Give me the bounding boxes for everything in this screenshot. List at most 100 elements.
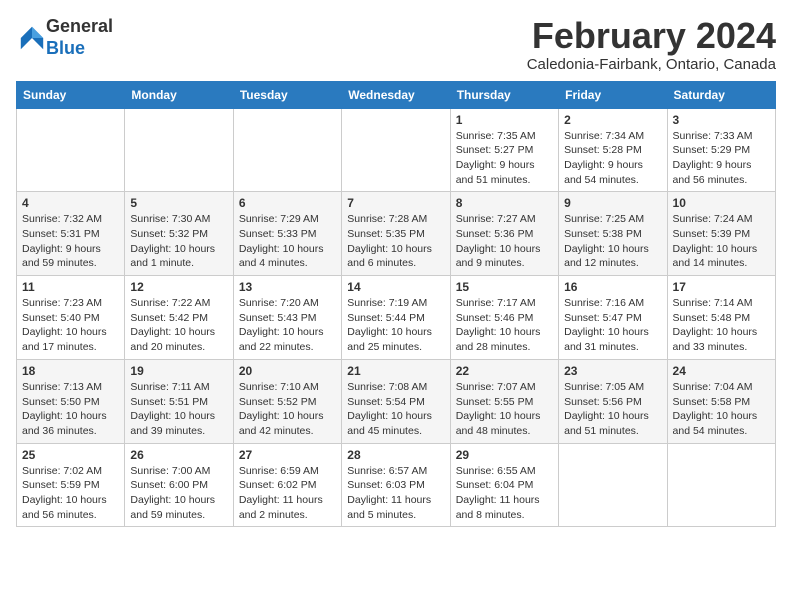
day-info: Sunrise: 7:04 AM Sunset: 5:58 PM Dayligh…	[673, 380, 770, 439]
day-info: Sunrise: 7:25 AM Sunset: 5:38 PM Dayligh…	[564, 212, 661, 271]
day-number: 1	[456, 113, 553, 127]
calendar-cell: 26 Sunrise: 7:00 AM Sunset: 6:00 PM Dayli…	[125, 443, 233, 527]
day-info: Sunrise: 7:20 AM Sunset: 5:43 PM Dayligh…	[239, 296, 336, 355]
day-number: 29	[456, 448, 553, 462]
week-row-1: 1Sunrise: 7:35 AM Sunset: 5:27 PM Daylig…	[17, 108, 776, 192]
calendar-cell: 2 Sunrise: 7:34 AM Sunset: 5:28 PM Daylig…	[559, 108, 667, 192]
calendar-cell: 23 Sunrise: 7:05 AM Sunset: 5:56 PM Dayli…	[559, 359, 667, 443]
header-day-saturday: Saturday	[667, 81, 775, 108]
calendar-cell: 1Sunrise: 7:35 AM Sunset: 5:27 PM Daylig…	[450, 108, 558, 192]
day-info: Sunrise: 7:27 AM Sunset: 5:36 PM Dayligh…	[456, 212, 553, 271]
day-info: Sunrise: 7:08 AM Sunset: 5:54 PM Dayligh…	[347, 380, 444, 439]
day-info: Sunrise: 6:57 AM Sunset: 6:03 PM Dayligh…	[347, 464, 444, 523]
calendar-cell: 27 Sunrise: 6:59 AM Sunset: 6:02 PM Dayli…	[233, 443, 341, 527]
day-number: 27	[239, 448, 336, 462]
day-info: Sunrise: 7:07 AM Sunset: 5:55 PM Dayligh…	[456, 380, 553, 439]
day-number: 21	[347, 364, 444, 378]
day-info: Sunrise: 7:14 AM Sunset: 5:48 PM Dayligh…	[673, 296, 770, 355]
calendar-cell	[125, 108, 233, 192]
calendar-cell: 9Sunrise: 7:25 AM Sunset: 5:38 PM Daylig…	[559, 192, 667, 276]
location: Caledonia-Fairbank, Ontario, Canada	[527, 56, 776, 73]
calendar-cell: 5 Sunrise: 7:30 AM Sunset: 5:32 PM Daylig…	[125, 192, 233, 276]
calendar-cell: 15Sunrise: 7:17 AM Sunset: 5:46 PM Dayli…	[450, 276, 558, 360]
calendar-cell: 13 Sunrise: 7:20 AM Sunset: 5:43 PM Dayli…	[233, 276, 341, 360]
calendar-cell: 28Sunrise: 6:57 AM Sunset: 6:03 PM Dayli…	[342, 443, 450, 527]
calendar-cell	[342, 108, 450, 192]
calendar-cell: 11 Sunrise: 7:23 AM Sunset: 5:40 PM Dayli…	[17, 276, 125, 360]
day-info: Sunrise: 7:28 AM Sunset: 5:35 PM Dayligh…	[347, 212, 444, 271]
logo: General Blue	[16, 16, 113, 59]
day-info: Sunrise: 7:02 AM Sunset: 5:59 PM Dayligh…	[22, 464, 119, 523]
month-title: February 2024	[527, 16, 776, 56]
calendar-cell: 20 Sunrise: 7:10 AM Sunset: 5:52 PM Dayli…	[233, 359, 341, 443]
calendar-cell: 4 Sunrise: 7:32 AM Sunset: 5:31 PM Daylig…	[17, 192, 125, 276]
day-info: Sunrise: 6:59 AM Sunset: 6:02 PM Dayligh…	[239, 464, 336, 523]
calendar-cell: 6 Sunrise: 7:29 AM Sunset: 5:33 PM Daylig…	[233, 192, 341, 276]
calendar-cell	[17, 108, 125, 192]
day-info: Sunrise: 7:05 AM Sunset: 5:56 PM Dayligh…	[564, 380, 661, 439]
day-info: Sunrise: 7:16 AM Sunset: 5:47 PM Dayligh…	[564, 296, 661, 355]
day-number: 15	[456, 280, 553, 294]
day-info: Sunrise: 7:19 AM Sunset: 5:44 PM Dayligh…	[347, 296, 444, 355]
day-number: 13	[239, 280, 336, 294]
day-number: 24	[673, 364, 770, 378]
header-day-friday: Friday	[559, 81, 667, 108]
day-info: Sunrise: 7:34 AM Sunset: 5:28 PM Dayligh…	[564, 129, 661, 188]
day-number: 19	[130, 364, 227, 378]
calendar-cell	[667, 443, 775, 527]
calendar-cell: 14 Sunrise: 7:19 AM Sunset: 5:44 PM Dayli…	[342, 276, 450, 360]
logo-general: General	[46, 16, 113, 36]
logo-icon	[18, 24, 46, 52]
logo-text: General Blue	[46, 16, 113, 59]
calendar-cell: 3Sunrise: 7:33 AM Sunset: 5:29 PM Daylig…	[667, 108, 775, 192]
day-info: Sunrise: 7:23 AM Sunset: 5:40 PM Dayligh…	[22, 296, 119, 355]
day-number: 20	[239, 364, 336, 378]
day-number: 2	[564, 113, 661, 127]
header-day-wednesday: Wednesday	[342, 81, 450, 108]
calendar-cell	[559, 443, 667, 527]
logo-blue: Blue	[46, 38, 85, 58]
calendar-cell: 16 Sunrise: 7:16 AM Sunset: 5:47 PM Dayli…	[559, 276, 667, 360]
calendar-cell	[233, 108, 341, 192]
day-number: 4	[22, 196, 119, 210]
calendar-cell: 19Sunrise: 7:11 AM Sunset: 5:51 PM Dayli…	[125, 359, 233, 443]
calendar-body: 1Sunrise: 7:35 AM Sunset: 5:27 PM Daylig…	[17, 108, 776, 527]
day-info: Sunrise: 7:29 AM Sunset: 5:33 PM Dayligh…	[239, 212, 336, 271]
title-block: February 2024 Caledonia-Fairbank, Ontari…	[527, 16, 776, 73]
calendar-cell: 24 Sunrise: 7:04 AM Sunset: 5:58 PM Dayli…	[667, 359, 775, 443]
day-info: Sunrise: 7:10 AM Sunset: 5:52 PM Dayligh…	[239, 380, 336, 439]
calendar-cell: 8 Sunrise: 7:27 AM Sunset: 5:36 PM Daylig…	[450, 192, 558, 276]
day-info: Sunrise: 7:22 AM Sunset: 5:42 PM Dayligh…	[130, 296, 227, 355]
week-row-4: 18Sunrise: 7:13 AM Sunset: 5:50 PM Dayli…	[17, 359, 776, 443]
calendar-header: SundayMondayTuesdayWednesdayThursdayFrid…	[17, 81, 776, 108]
calendar-cell: 29Sunrise: 6:55 AM Sunset: 6:04 PM Dayli…	[450, 443, 558, 527]
day-number: 10	[673, 196, 770, 210]
day-number: 16	[564, 280, 661, 294]
day-number: 14	[347, 280, 444, 294]
day-number: 11	[22, 280, 119, 294]
week-row-5: 25 Sunrise: 7:02 AM Sunset: 5:59 PM Dayli…	[17, 443, 776, 527]
day-info: Sunrise: 7:24 AM Sunset: 5:39 PM Dayligh…	[673, 212, 770, 271]
page-header: General Blue February 2024 Caledonia-Fai…	[16, 16, 776, 73]
day-number: 12	[130, 280, 227, 294]
day-number: 26	[130, 448, 227, 462]
calendar-cell: 17 Sunrise: 7:14 AM Sunset: 5:48 PM Dayli…	[667, 276, 775, 360]
day-info: Sunrise: 7:13 AM Sunset: 5:50 PM Dayligh…	[22, 380, 119, 439]
day-number: 23	[564, 364, 661, 378]
header-day-monday: Monday	[125, 81, 233, 108]
calendar-cell: 18Sunrise: 7:13 AM Sunset: 5:50 PM Dayli…	[17, 359, 125, 443]
day-number: 17	[673, 280, 770, 294]
header-row: SundayMondayTuesdayWednesdayThursdayFrid…	[17, 81, 776, 108]
day-number: 3	[673, 113, 770, 127]
day-number: 8	[456, 196, 553, 210]
day-number: 25	[22, 448, 119, 462]
header-day-tuesday: Tuesday	[233, 81, 341, 108]
day-info: Sunrise: 7:30 AM Sunset: 5:32 PM Dayligh…	[130, 212, 227, 271]
day-info: Sunrise: 7:32 AM Sunset: 5:31 PM Dayligh…	[22, 212, 119, 271]
day-info: Sunrise: 7:00 AM Sunset: 6:00 PM Dayligh…	[130, 464, 227, 523]
calendar-cell: 7Sunrise: 7:28 AM Sunset: 5:35 PM Daylig…	[342, 192, 450, 276]
calendar-cell: 22Sunrise: 7:07 AM Sunset: 5:55 PM Dayli…	[450, 359, 558, 443]
day-number: 6	[239, 196, 336, 210]
day-number: 5	[130, 196, 227, 210]
calendar-table: SundayMondayTuesdayWednesdayThursdayFrid…	[16, 81, 776, 528]
